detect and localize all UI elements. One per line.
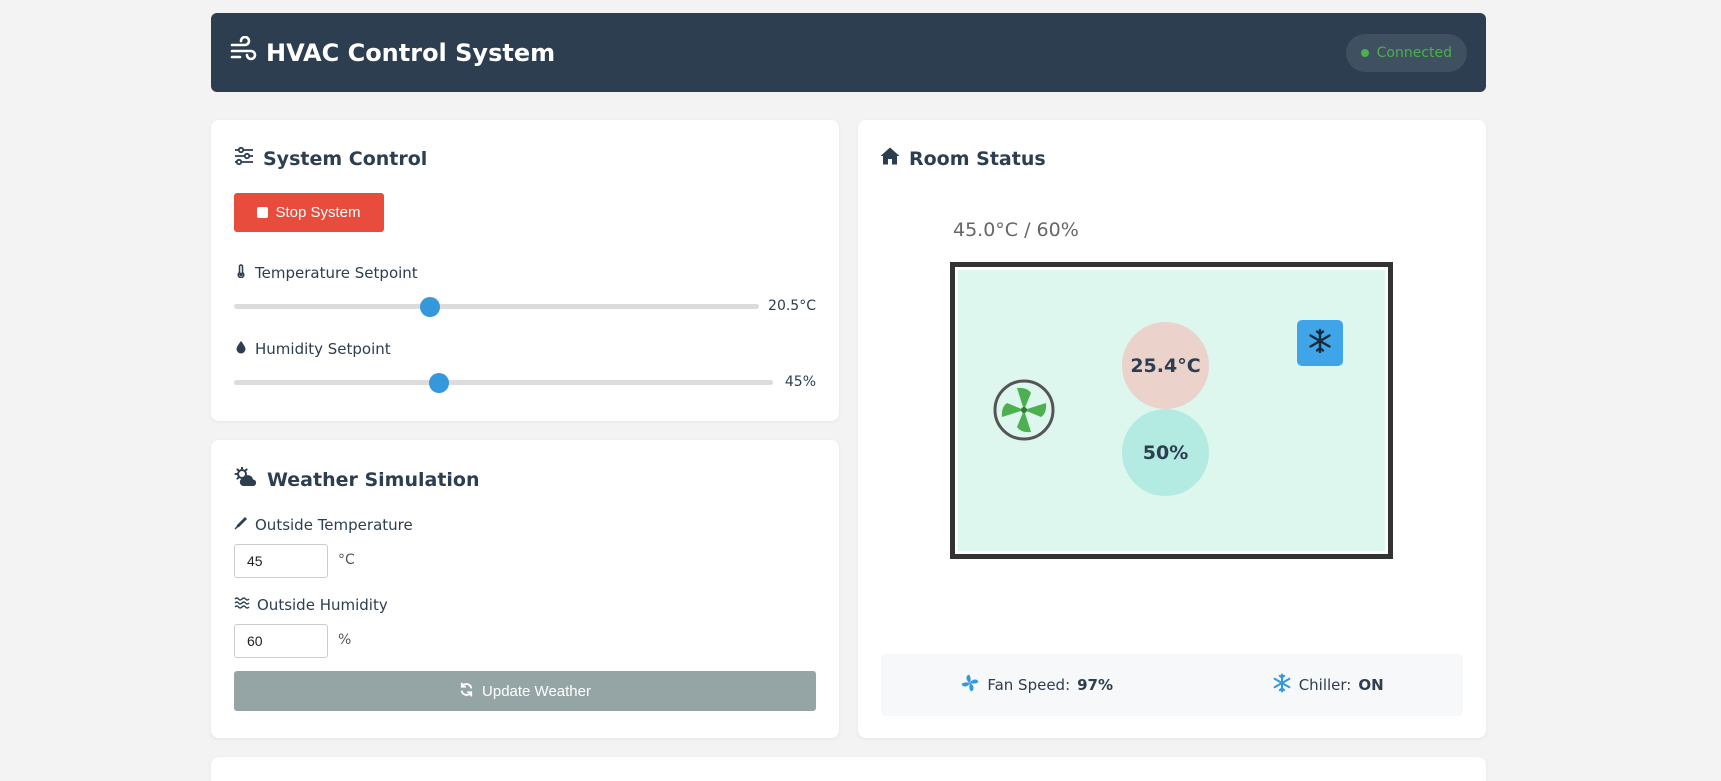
system-control-title: System Control — [263, 147, 428, 170]
update-weather-button[interactable]: Update Weather — [234, 671, 816, 711]
app-title: HVAC Control System — [266, 38, 556, 67]
outside-humidity-input[interactable] — [234, 624, 328, 658]
snowflake-icon — [1307, 328, 1333, 358]
temperature-setpoint-value: 20.5°C — [768, 298, 816, 314]
humidity-slider-thumb[interactable] — [428, 372, 449, 393]
system-control-card: System Control Stop System Temperature S… — [211, 120, 839, 421]
room-status-title: Room Status — [909, 147, 1046, 170]
room-status-bar: Fan Speed: 97% Chiller: ON — [881, 654, 1463, 716]
cloud-sun-icon — [234, 466, 258, 492]
status-dot — [1360, 48, 1369, 57]
stop-system-button[interactable]: Stop System — [234, 193, 384, 232]
fan-speed-label: Fan Speed: — [987, 676, 1071, 694]
app-title-group: HVAC Control System — [229, 35, 556, 70]
room-visualization: 25.4°C 50% — [950, 262, 1393, 559]
bottom-card — [211, 757, 1486, 781]
humidity-setpoint-label: Humidity Setpoint — [234, 340, 391, 358]
update-weather-label: Update Weather — [482, 682, 591, 700]
room-status-card: Room Status 45.0°C / 60% 25.4°C 50% Fan … — [858, 120, 1486, 738]
weather-simulation-heading: Weather Simulation — [234, 466, 480, 492]
outside-temperature-text: Outside Temperature — [255, 516, 413, 534]
fan-icon — [993, 379, 1055, 441]
outside-temperature-input[interactable] — [234, 544, 328, 578]
temperature-slider-thumb[interactable] — [419, 296, 440, 317]
fan-icon — [960, 673, 980, 697]
humidity-setpoint-text: Humidity Setpoint — [255, 340, 391, 358]
weather-simulation-title: Weather Simulation — [267, 468, 480, 491]
snowflake-icon — [1272, 673, 1292, 697]
weather-simulation-card: Weather Simulation Outside Temperature °… — [211, 440, 839, 738]
wind-icon — [229, 35, 257, 70]
room-humidity-bubble: 50% — [1122, 409, 1209, 496]
sync-icon — [459, 681, 474, 701]
sliders-icon — [234, 146, 254, 171]
thermometer-icon — [234, 264, 248, 282]
outside-reading-text: 45.0°C / 60% — [953, 219, 1079, 241]
outside-humidity-label: Outside Humidity — [234, 596, 388, 614]
temperature-setpoint-label: Temperature Setpoint — [234, 264, 418, 282]
room-temperature-bubble: 25.4°C — [1122, 322, 1209, 409]
fan-speed-status: Fan Speed: 97% — [960, 673, 1113, 697]
outside-temperature-label: Outside Temperature — [234, 516, 413, 534]
humidity-setpoint-value: 45% — [784, 374, 816, 390]
chiller-value: ON — [1358, 676, 1384, 694]
humidity-setpoint-slider[interactable] — [234, 372, 773, 393]
temperature-setpoint-slider[interactable] — [234, 296, 759, 317]
water-waves-icon — [234, 596, 250, 614]
stop-icon — [257, 207, 269, 218]
connection-status-badge: Connected — [1345, 33, 1467, 72]
stop-system-label: Stop System — [275, 204, 361, 221]
connection-status-text: Connected — [1376, 44, 1452, 61]
temperature-setpoint-text: Temperature Setpoint — [255, 264, 418, 282]
chiller-label: Chiller: — [1298, 676, 1352, 694]
temperature-pen-icon — [234, 516, 248, 534]
chiller-status: Chiller: ON — [1272, 673, 1384, 697]
chiller-indicator — [1297, 320, 1343, 366]
app-header: HVAC Control System Connected — [211, 13, 1486, 92]
system-control-heading: System Control — [234, 146, 427, 171]
droplet-icon — [234, 340, 248, 358]
home-icon — [880, 146, 900, 171]
fan-speed-value: 97% — [1077, 676, 1114, 694]
outside-temperature-unit: °C — [338, 552, 355, 568]
outside-humidity-text: Outside Humidity — [257, 596, 388, 614]
outside-humidity-unit: % — [338, 632, 352, 648]
room-status-heading: Room Status — [880, 146, 1046, 171]
